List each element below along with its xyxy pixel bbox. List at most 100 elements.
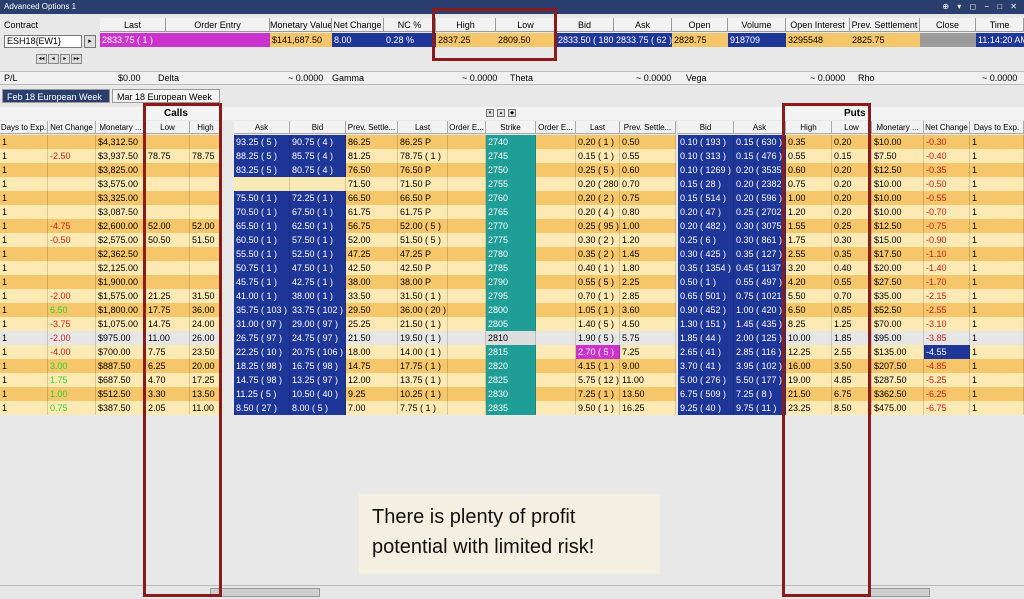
col-header-call-order-entry[interactable]: Order E... bbox=[448, 121, 486, 134]
call-order-entry-cell[interactable] bbox=[448, 401, 486, 415]
col-header-put-low[interactable]: Low bbox=[832, 121, 872, 134]
call-low-cell: 21.25 bbox=[146, 289, 190, 303]
horizontal-scrollbar[interactable] bbox=[0, 585, 1024, 599]
col-header-put-high[interactable]: High bbox=[786, 121, 832, 134]
call-order-entry-cell[interactable] bbox=[448, 317, 486, 331]
put-order-entry-cell[interactable] bbox=[536, 373, 576, 387]
put-bid-cell: 0.15 ( 514 ) bbox=[678, 191, 734, 205]
call-order-entry-cell[interactable] bbox=[448, 275, 486, 289]
col-header-call-last[interactable]: Last bbox=[398, 121, 448, 134]
monetary-value-cell: $887.50 bbox=[96, 359, 146, 373]
put-low-cell: 8.50 bbox=[832, 401, 872, 415]
nav-next-button[interactable]: ▸ bbox=[59, 54, 71, 64]
put-order-entry-cell[interactable] bbox=[536, 149, 576, 163]
call-order-entry-cell[interactable] bbox=[448, 205, 486, 219]
call-order-entry-cell[interactable] bbox=[448, 149, 486, 163]
put-order-entry-cell[interactable] bbox=[536, 345, 576, 359]
call-order-entry-cell[interactable] bbox=[448, 303, 486, 317]
strike-cell: 2835 bbox=[486, 401, 536, 415]
center-strike-button[interactable]: ◆ bbox=[508, 109, 516, 117]
days-to-exp-cell: 1 bbox=[0, 401, 48, 415]
col-header-put-last[interactable]: Last bbox=[576, 121, 620, 134]
col-header-monetary-value[interactable]: Monetary ... bbox=[96, 121, 146, 134]
put-order-entry-cell[interactable] bbox=[536, 289, 576, 303]
call-order-entry-cell[interactable] bbox=[448, 289, 486, 303]
tab-mar18-week1[interactable]: Mar 18 European Week 1 bbox=[112, 89, 220, 116]
call-order-entry-cell[interactable] bbox=[448, 373, 486, 387]
call-order-entry-cell[interactable] bbox=[448, 345, 486, 359]
put-order-entry-cell[interactable] bbox=[536, 261, 576, 275]
call-order-entry-cell[interactable] bbox=[448, 387, 486, 401]
put-high-cell: 3.20 bbox=[786, 261, 832, 275]
net-change-cell bbox=[48, 177, 96, 191]
call-order-entry-cell[interactable] bbox=[448, 219, 486, 233]
call-prev-settle-cell: 14.75 bbox=[346, 359, 398, 373]
col-header-put-order-entry[interactable]: Order E... bbox=[536, 121, 576, 134]
put-order-entry-cell[interactable] bbox=[536, 233, 576, 247]
col-header-put-ask[interactable]: Ask bbox=[734, 121, 786, 134]
call-order-entry-cell[interactable] bbox=[448, 247, 486, 261]
net-change-cell bbox=[48, 261, 96, 275]
call-prev-settle-cell: 38.00 bbox=[346, 275, 398, 289]
put-order-entry-cell[interactable] bbox=[536, 401, 576, 415]
col-header-call-bid[interactable]: Bid bbox=[290, 121, 346, 134]
put-order-entry-cell[interactable] bbox=[536, 135, 576, 149]
call-bid-cell: 29.00 ( 97 ) bbox=[290, 317, 346, 331]
col-header-net-change[interactable]: Net Change bbox=[48, 121, 96, 134]
put-order-entry-cell[interactable] bbox=[536, 219, 576, 233]
put-order-entry-cell[interactable] bbox=[536, 303, 576, 317]
calls-scroll-thumb[interactable] bbox=[210, 588, 320, 597]
col-header-put-days-to-exp[interactable]: Days to Exp. bbox=[970, 121, 1024, 134]
call-last-cell: 38.00 P bbox=[398, 275, 448, 289]
call-low-cell: 4.70 bbox=[146, 373, 190, 387]
table-row: 1 $3,325.00 75.50 ( 1 ) 72.25 ( 1 ) 66.50 66.… bbox=[0, 191, 1024, 205]
col-header-call-high[interactable]: High bbox=[190, 121, 222, 134]
contract-picker-button[interactable]: ▸ bbox=[84, 35, 96, 48]
col-header-call-prev-settle[interactable]: Prev. Settle... bbox=[346, 121, 398, 134]
contract-input[interactable]: ESH18{EW1} bbox=[4, 35, 82, 48]
puts-scroll-thumb[interactable] bbox=[870, 588, 930, 597]
days-to-exp-cell: 1 bbox=[0, 163, 48, 177]
put-order-entry-cell[interactable] bbox=[536, 387, 576, 401]
call-order-entry-cell[interactable] bbox=[448, 191, 486, 205]
put-order-entry-cell[interactable] bbox=[536, 275, 576, 289]
call-last-cell: 71.50 P bbox=[398, 177, 448, 191]
put-net-change-cell: -0.55 bbox=[924, 191, 970, 205]
strike-range-up-button[interactable]: ▴ bbox=[497, 109, 505, 117]
quote-value-order-entry[interactable] bbox=[166, 33, 270, 47]
strike-range-down-button[interactable]: ▾ bbox=[486, 109, 494, 117]
col-header-strike[interactable]: Strike bbox=[486, 121, 536, 134]
call-order-entry-cell[interactable] bbox=[448, 261, 486, 275]
put-last-cell: 0.35 ( 2 ) bbox=[576, 247, 620, 261]
put-ask-cell: 2.85 ( 116 ) bbox=[734, 345, 786, 359]
strike-cell: 2775 bbox=[486, 233, 536, 247]
nav-prev-button[interactable]: ◂ bbox=[47, 54, 59, 64]
call-ask-cell: 60.50 ( 1 ) bbox=[234, 233, 290, 247]
nav-last-button[interactable]: ▸▸ bbox=[71, 54, 82, 64]
window-controls[interactable]: ⊕ ▾ ◻ − □ ✕ bbox=[942, 0, 1020, 14]
put-order-entry-cell[interactable] bbox=[536, 247, 576, 261]
col-header-put-bid[interactable]: Bid bbox=[678, 121, 734, 134]
put-order-entry-cell[interactable] bbox=[536, 177, 576, 191]
col-header-put-net-change[interactable]: Net Change bbox=[924, 121, 970, 134]
call-order-entry-cell[interactable] bbox=[448, 135, 486, 149]
call-order-entry-cell[interactable] bbox=[448, 359, 486, 373]
put-order-entry-cell[interactable] bbox=[536, 331, 576, 345]
put-order-entry-cell[interactable] bbox=[536, 191, 576, 205]
call-order-entry-cell[interactable] bbox=[448, 233, 486, 247]
put-order-entry-cell[interactable] bbox=[536, 359, 576, 373]
col-header-call-low[interactable]: Low bbox=[146, 121, 190, 134]
nav-first-button[interactable]: ◂◂ bbox=[36, 54, 47, 64]
call-low-cell: 78.75 bbox=[146, 149, 190, 163]
col-header-days-to-exp[interactable]: Days to Exp. bbox=[0, 121, 48, 134]
call-order-entry-cell[interactable] bbox=[448, 177, 486, 191]
col-header-put-prev-settle[interactable]: Prev. Settle... bbox=[620, 121, 676, 134]
call-order-entry-cell[interactable] bbox=[448, 163, 486, 177]
put-order-entry-cell[interactable] bbox=[536, 317, 576, 331]
put-order-entry-cell[interactable] bbox=[536, 163, 576, 177]
tab-feb18-week1[interactable]: Feb 18 European Week 1 bbox=[2, 89, 110, 116]
put-order-entry-cell[interactable] bbox=[536, 205, 576, 219]
col-header-put-monetary-value[interactable]: Monetary ... bbox=[872, 121, 924, 134]
col-header-call-ask[interactable]: Ask bbox=[234, 121, 290, 134]
call-order-entry-cell[interactable] bbox=[448, 331, 486, 345]
